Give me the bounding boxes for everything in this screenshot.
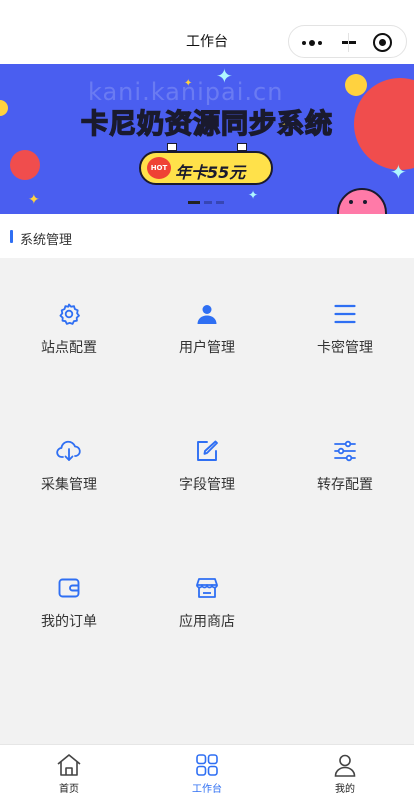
tab-mine[interactable]: 我的	[276, 745, 414, 800]
carousel-dot[interactable]	[188, 201, 200, 204]
decor-circle	[345, 74, 367, 96]
tab-home[interactable]: 首页	[0, 745, 138, 800]
carousel-dot[interactable]	[216, 201, 224, 204]
tab-label: 首页	[59, 784, 79, 795]
mascot-illustration	[337, 188, 387, 214]
badge-clip	[167, 143, 177, 151]
banner-title: 卡尼奶资源同步系统	[80, 108, 333, 141]
more-icon[interactable]	[301, 26, 323, 59]
edit-icon	[197, 440, 218, 461]
tab-workbench[interactable]: 工作台	[138, 745, 276, 800]
wallet-icon	[58, 578, 80, 598]
grid-item-label: 卡密管理	[317, 340, 373, 356]
tab-label: 我的	[335, 784, 355, 795]
grid-item-label: 我的订单	[41, 614, 97, 630]
section-accent-bar	[10, 230, 13, 243]
badge-clip	[237, 143, 247, 151]
sparkle-icon: ✦	[248, 188, 259, 202]
tab-label: 工作台	[192, 784, 222, 795]
menu-icon	[334, 304, 356, 324]
grid-item-label: 应用商店	[179, 614, 235, 630]
price-text: 年卡55元	[175, 163, 246, 182]
store-icon	[196, 578, 218, 598]
grid-item-user-management[interactable]: 用户管理	[138, 302, 276, 382]
decor-circle	[10, 150, 40, 180]
tab-bar: 首页 工作台 我的	[0, 744, 414, 800]
grid-item-field-management[interactable]: 字段管理	[138, 439, 276, 519]
carousel-dot[interactable]	[204, 201, 212, 204]
price-badge: HOT 年卡55元	[139, 143, 273, 185]
gear-icon	[59, 303, 80, 325]
sparkle-icon: ✦	[390, 160, 407, 184]
grid-item-label: 用户管理	[179, 340, 235, 356]
grid-item-label: 字段管理	[179, 477, 235, 493]
grid-item-card-key-management[interactable]: 卡密管理	[276, 302, 414, 382]
section-header: 系统管理	[0, 214, 414, 258]
close-icon[interactable]	[373, 33, 392, 52]
grid-item-label: 采集管理	[41, 477, 97, 493]
home-icon	[57, 754, 81, 776]
cloud-download-icon	[56, 440, 81, 461]
grid-item-label: 转存配置	[317, 477, 373, 493]
user-icon	[197, 305, 217, 324]
nav-bar: 工作台	[0, 0, 414, 64]
sparkle-icon: ✦	[28, 192, 40, 208]
capsule-divider	[348, 33, 349, 52]
hot-icon: HOT	[147, 157, 171, 179]
grid-item-my-orders[interactable]: 我的订单	[0, 576, 138, 656]
grid-icon	[196, 754, 218, 776]
section-title: 系统管理	[20, 233, 73, 248]
grid-item-site-config[interactable]: 站点配置	[0, 302, 138, 382]
carousel-indicator	[188, 201, 224, 204]
grid-item-transfer-config[interactable]: 转存配置	[276, 439, 414, 519]
sliders-icon	[334, 440, 356, 462]
grid-item-label: 站点配置	[41, 340, 97, 356]
grid-item-collection-management[interactable]: 采集管理	[0, 439, 138, 519]
grid-item-app-store[interactable]: 应用商店	[138, 576, 276, 656]
user-outline-icon	[334, 754, 356, 777]
capsule-menu	[288, 25, 407, 58]
minimize-icon[interactable]	[342, 41, 356, 44]
banner[interactable]: ✦ ✦ ✦ ✦ ✦ kani.kanipai.cn 卡尼奶资源同步系统 HOT …	[0, 64, 414, 214]
